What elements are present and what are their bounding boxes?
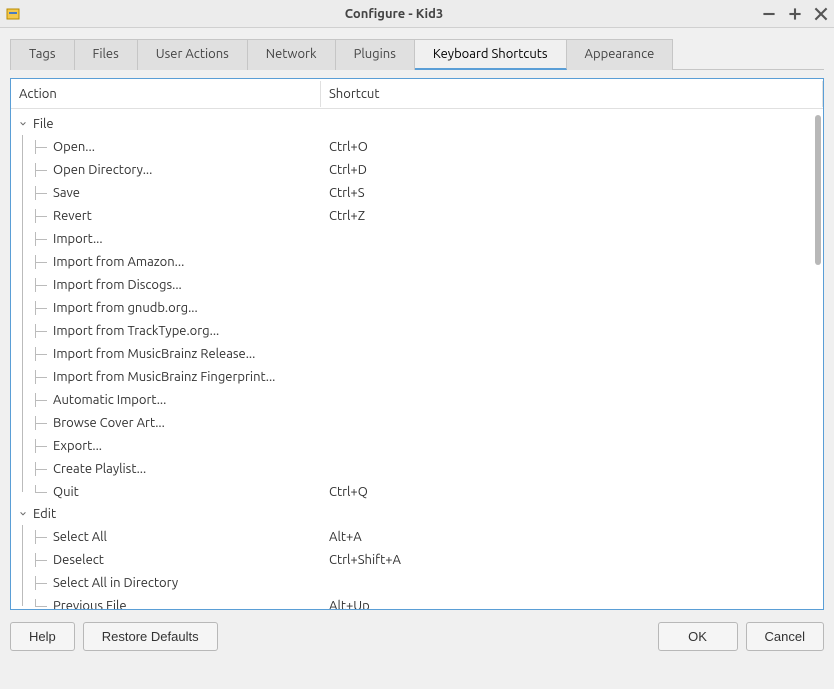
scrollbar-thumb[interactable] [815,115,821,265]
window-title: Configure - Kid3 [26,7,762,21]
group-label: File [33,117,54,131]
action-label: Quit [11,485,321,499]
tab-keyboard-shortcuts[interactable]: Keyboard Shortcuts [415,39,567,70]
shortcut-value: Ctrl+Q [321,485,823,499]
tab-appearance[interactable]: Appearance [567,39,674,70]
column-header-action[interactable]: Action [11,81,321,107]
shortcut-row[interactable]: Import from gnudb.org... [11,296,823,319]
window-controls [762,7,828,21]
action-label: Create Playlist... [11,462,321,476]
shortcut-row[interactable]: Select All in Directory [11,571,823,594]
shortcut-row[interactable]: QuitCtrl+Q [11,480,823,503]
minimize-button[interactable] [762,7,776,21]
dialog-body: TagsFilesUser ActionsNetworkPluginsKeybo… [0,28,834,663]
shortcut-row[interactable]: RevertCtrl+Z [11,204,823,227]
action-label: Select All in Directory [11,576,321,590]
shortcut-value: Ctrl+Z [321,209,823,223]
group-header[interactable]: Edit [11,503,823,525]
shortcut-row[interactable]: Browse Cover Art... [11,411,823,434]
cancel-button[interactable]: Cancel [746,622,824,651]
action-label: Previous File [11,599,321,610]
ok-button[interactable]: OK [658,622,738,651]
shortcut-row[interactable]: Create Playlist... [11,457,823,480]
titlebar: Configure - Kid3 [0,0,834,28]
shortcuts-panel: Action Shortcut FileOpen...Ctrl+OOpen Di… [10,78,824,610]
action-label: Automatic Import... [11,393,321,407]
app-icon [6,6,22,22]
action-label: Import from MusicBrainz Release... [11,347,321,361]
column-header-shortcut[interactable]: Shortcut [321,81,823,107]
shortcut-value: Ctrl+D [321,163,823,177]
shortcut-row[interactable]: Import... [11,227,823,250]
action-label: Open Directory... [11,163,321,177]
action-label: Import from Discogs... [11,278,321,292]
action-label: Import from MusicBrainz Fingerprint... [11,370,321,384]
shortcut-row[interactable]: Open Directory...Ctrl+D [11,158,823,181]
help-button[interactable]: Help [10,622,75,651]
shortcut-row[interactable]: Import from TrackType.org... [11,319,823,342]
group-header[interactable]: File [11,113,823,135]
button-bar: Help Restore Defaults OK Cancel [10,610,824,655]
shortcut-value: Ctrl+Shift+A [321,553,823,567]
tree-group: FileOpen...Ctrl+OOpen Directory...Ctrl+D… [11,113,823,503]
group-children: Select AllAlt+ADeselectCtrl+Shift+ASelec… [11,525,823,609]
shortcut-row[interactable]: Import from Amazon... [11,250,823,273]
tab-tags[interactable]: Tags [10,39,75,70]
shortcut-row[interactable]: Export... [11,434,823,457]
chevron-down-icon [17,118,29,130]
tab-network[interactable]: Network [248,39,336,70]
shortcut-row[interactable]: SaveCtrl+S [11,181,823,204]
shortcut-row[interactable]: Import from MusicBrainz Release... [11,342,823,365]
shortcut-row[interactable]: Previous FileAlt+Up [11,594,823,609]
action-label: Revert [11,209,321,223]
chevron-down-icon [17,508,29,520]
action-label: Import from TrackType.org... [11,324,321,338]
action-label: Import from gnudb.org... [11,301,321,315]
action-label: Select All [11,530,321,544]
group-children: Open...Ctrl+OOpen Directory...Ctrl+DSave… [11,135,823,503]
action-label: Open... [11,140,321,154]
shortcut-value: Ctrl+O [321,140,823,154]
shortcut-row[interactable]: Import from Discogs... [11,273,823,296]
shortcut-row[interactable]: Open...Ctrl+O [11,135,823,158]
tab-bar: TagsFilesUser ActionsNetworkPluginsKeybo… [10,38,824,70]
table-header: Action Shortcut [11,79,823,109]
shortcut-value: Ctrl+S [321,186,823,200]
maximize-button[interactable] [788,7,802,21]
shortcut-value: Alt+Up [321,599,823,610]
action-label: Browse Cover Art... [11,416,321,430]
shortcut-value: Alt+A [321,530,823,544]
action-label: Deselect [11,553,321,567]
shortcut-row[interactable]: Import from MusicBrainz Fingerprint... [11,365,823,388]
shortcut-row[interactable]: DeselectCtrl+Shift+A [11,548,823,571]
close-button[interactable] [814,7,828,21]
action-label: Save [11,186,321,200]
action-label: Export... [11,439,321,453]
shortcuts-tree[interactable]: FileOpen...Ctrl+OOpen Directory...Ctrl+D… [11,109,823,609]
tab-plugins[interactable]: Plugins [336,39,415,70]
restore-defaults-button[interactable]: Restore Defaults [83,622,218,651]
group-label: Edit [33,507,56,521]
shortcut-row[interactable]: Select AllAlt+A [11,525,823,548]
tree-group: EditSelect AllAlt+ADeselectCtrl+Shift+AS… [11,503,823,609]
shortcut-row[interactable]: Automatic Import... [11,388,823,411]
tab-files[interactable]: Files [75,39,138,70]
action-label: Import... [11,232,321,246]
tab-user-actions[interactable]: User Actions [138,39,248,70]
action-label: Import from Amazon... [11,255,321,269]
